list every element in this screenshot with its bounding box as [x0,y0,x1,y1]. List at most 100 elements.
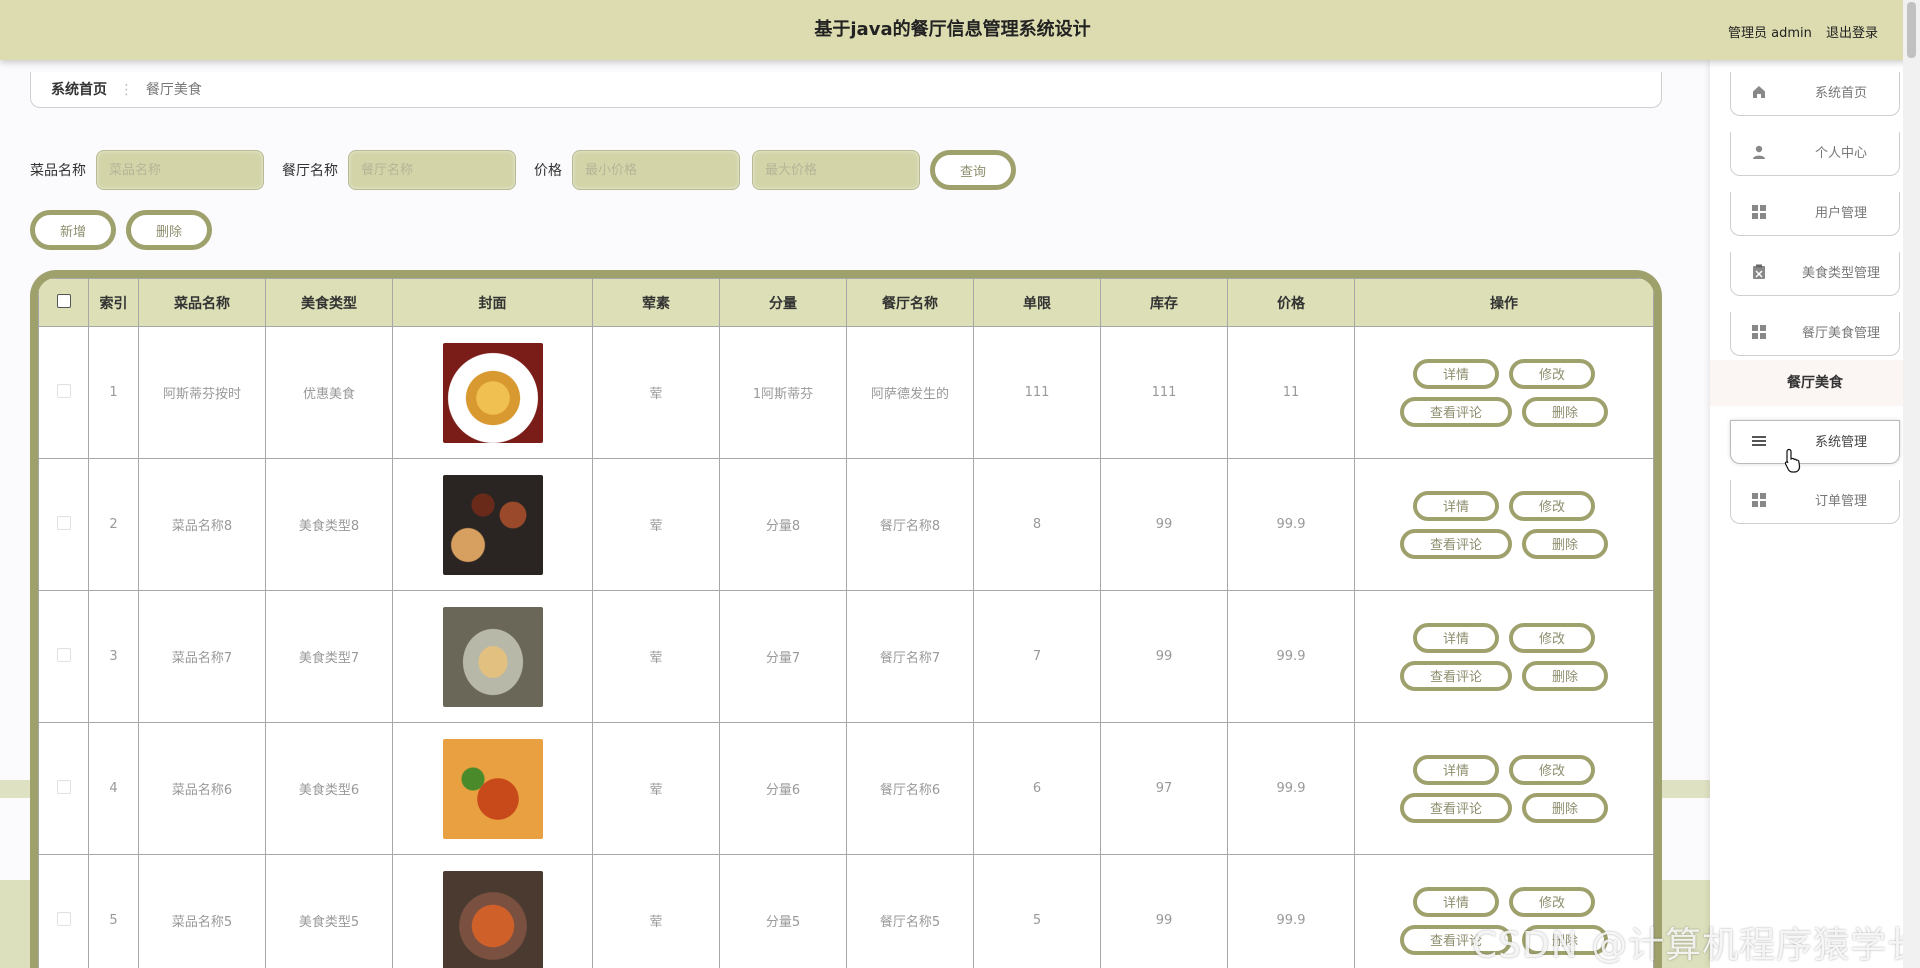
column-header: 价格 [1227,278,1355,327]
select-all-cell [38,278,89,327]
restaurant-cell: 餐厅名称7 [846,590,974,723]
detail-button[interactable]: 详情 [1413,358,1499,389]
column-header: 操作 [1354,278,1654,327]
food-type-cell: 美食类型7 [265,590,393,723]
sidebar-item-home[interactable]: 系统首页 [1730,72,1900,116]
operations-cell: 详情 修改 查看评论 删除 [1354,722,1654,855]
row-checkbox[interactable] [56,383,71,398]
edit-button[interactable]: 修改 [1509,886,1595,917]
detail-button[interactable]: 详情 [1413,622,1499,653]
detail-button[interactable]: 详情 [1413,886,1499,917]
row-delete-button[interactable]: 删除 [1522,792,1608,823]
operations-cell: 详情 修改 查看评论 删除 [1354,326,1654,459]
row-delete-button[interactable]: 删除 [1522,528,1608,559]
row-checkbox[interactable] [56,647,71,662]
edit-button[interactable]: 修改 [1509,754,1595,785]
restaurant-name-input[interactable] [348,150,516,190]
edit-button[interactable]: 修改 [1509,622,1595,653]
sidebar-item-label: 餐厅美食管理 [1801,326,1880,341]
food-photo[interactable] [442,342,543,443]
breadcrumb-home[interactable]: 系统首页 [51,82,107,98]
sidebar-item-system[interactable]: 系统管理 [1730,420,1900,464]
restaurant-cell: 餐厅名称6 [846,722,974,855]
view-comments-button[interactable]: 查看评论 [1400,660,1512,691]
index-cell: 1 [88,326,139,459]
select-all-checkbox[interactable] [56,293,71,308]
user-area: 管理员 admin 退出登录 [1728,22,1878,41]
view-comments-button[interactable]: 查看评论 [1400,396,1512,427]
min-price-input[interactable] [572,150,740,190]
breadcrumb-current: 餐厅美食 [145,82,202,98]
edit-button[interactable]: 修改 [1509,358,1595,389]
food-photo[interactable] [442,738,543,839]
restaurant-name-label: 餐厅名称 [282,163,338,179]
grid-icon [1752,205,1766,219]
limit-cell: 7 [973,590,1101,723]
restaurant-cell: 阿萨德发生的 [846,326,974,459]
row-checkbox[interactable] [56,779,71,794]
food-type-cell: 美食类型8 [265,458,393,591]
home-icon [1753,86,1765,98]
page-scrollbar[interactable] [1903,0,1920,968]
food-photo[interactable] [442,474,543,575]
stock-cell: 97 [1100,722,1228,855]
batch-delete-button[interactable]: 删除 [126,210,212,250]
table-row: 3 菜品名称7 美食类型7 荤 分量7 餐厅名称7 7 99 99.9 详情 修… [38,590,1654,723]
sidebar-item-orders[interactable]: 订单管理 [1730,480,1900,524]
view-comments-button[interactable]: 查看评论 [1400,528,1512,559]
search-form: 菜品名称 餐厅名称 价格 查询 [30,150,1016,190]
max-price-input[interactable] [752,150,920,190]
cover-cell [392,458,593,591]
sidebar-item-label: 订单管理 [1814,494,1867,509]
portion-cell: 分量6 [719,722,847,855]
query-button[interactable]: 查询 [930,150,1016,190]
add-button[interactable]: 新增 [30,210,116,250]
row-delete-button[interactable]: 删除 [1522,396,1608,427]
meat-veg-cell: 荤 [592,326,720,459]
limit-cell: 5 [973,854,1101,968]
sidebar-item-food-types[interactable]: 美食类型管理 [1730,252,1900,296]
detail-button[interactable]: 详情 [1413,754,1499,785]
admin-label: 管理员 admin [1727,26,1812,41]
breadcrumb-separator: ⋮ [119,82,134,98]
limit-cell: 8 [973,458,1101,591]
dish-name-cell: 阿斯蒂芬按时 [138,326,266,459]
food-table: 索引 菜品名称 美食类型 封面 荤素 分量 餐厅名称 单限 库存 价格 操作 1… [38,278,1654,968]
table-row: 5 菜品名称5 美食类型5 荤 分量5 餐厅名称5 5 99 99.9 详情 修… [38,854,1654,968]
action-bar: 新增 删除 [30,210,222,250]
dish-name-input[interactable] [96,150,264,190]
edit-button[interactable]: 修改 [1509,490,1595,521]
cover-cell [392,722,593,855]
row-delete-button[interactable]: 删除 [1522,660,1608,691]
column-header: 单限 [973,278,1101,327]
sidebar-nav: 系统首页 个人中心 用户管理 美食类型管理 餐厅美食管理 餐厅美食 系统管理 订… [1710,60,1920,968]
food-photo[interactable] [442,606,543,707]
clipboard-icon [1753,264,1765,279]
meat-veg-cell: 荤 [592,854,720,968]
top-header: 基于java的餐厅信息管理系统设计 管理员 admin 退出登录 [0,0,1920,60]
column-header: 封面 [392,278,593,327]
csdn-watermark: CSDN @计算机程序猿学长 [1472,925,1920,966]
sidebar-subitem-restaurant-food[interactable]: 餐厅美食 [1710,360,1920,406]
price-cell: 99.9 [1227,590,1355,723]
index-cell: 5 [88,854,139,968]
sidebar-item-users[interactable]: 用户管理 [1730,192,1900,236]
detail-button[interactable]: 详情 [1413,490,1499,521]
food-photo[interactable] [442,870,543,968]
sidebar-item-profile[interactable]: 个人中心 [1730,132,1900,176]
restaurant-cell: 餐厅名称8 [846,458,974,591]
column-header: 分量 [719,278,847,327]
view-comments-button[interactable]: 查看评论 [1400,792,1512,823]
portion-cell: 1阿斯蒂芬 [719,326,847,459]
system-title: 基于java的餐厅信息管理系统设计 [814,19,1091,40]
table-header-row: 索引 菜品名称 美食类型 封面 荤素 分量 餐厅名称 单限 库存 价格 操作 [38,278,1654,327]
sidebar-item-restaurant-food[interactable]: 餐厅美食管理 [1730,312,1900,356]
stock-cell: 99 [1100,854,1228,968]
row-checkbox[interactable] [56,515,71,530]
dish-name-cell: 菜品名称5 [138,854,266,968]
row-checkbox[interactable] [56,911,71,926]
scrollbar-thumb[interactable] [1907,2,1916,58]
food-table-panel: 索引 菜品名称 美食类型 封面 荤素 分量 餐厅名称 单限 库存 价格 操作 1… [30,270,1662,968]
price-cell: 99.9 [1227,458,1355,591]
logout-link[interactable]: 退出登录 [1826,26,1878,41]
